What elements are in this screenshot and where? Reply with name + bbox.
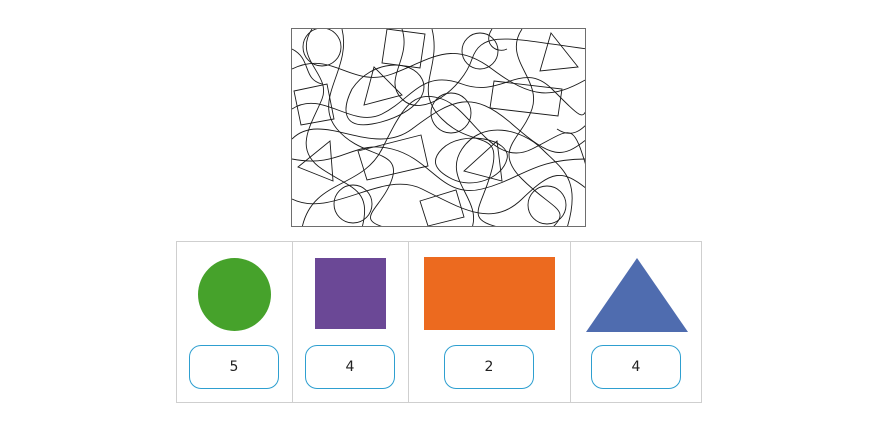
green-circle-shape (198, 258, 271, 331)
square-count-input[interactable] (305, 345, 395, 389)
circle-card (176, 241, 293, 403)
circle-count-input[interactable] (189, 345, 279, 389)
orange-rectangle-shape (424, 257, 555, 330)
hidden-shapes-picture (291, 28, 586, 227)
shape-count-cards (176, 241, 702, 403)
square-card (292, 241, 409, 403)
triangle-count-input[interactable] (591, 345, 681, 389)
rectangle-card (408, 241, 571, 403)
triangle-card (570, 241, 702, 403)
tangled-lines-drawing (292, 29, 585, 226)
blue-triangle-shape (586, 258, 688, 332)
purple-square-shape (315, 258, 386, 329)
rectangle-count-input[interactable] (444, 345, 534, 389)
